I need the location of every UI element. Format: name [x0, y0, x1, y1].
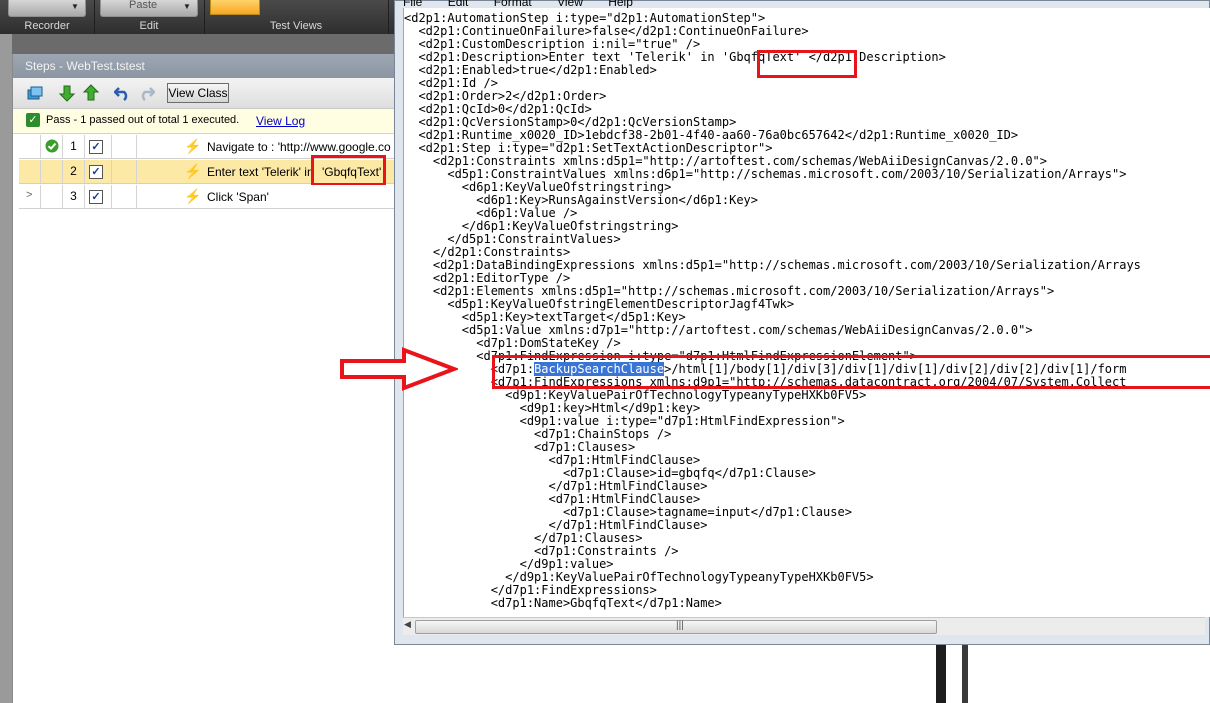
row-expand-icon[interactable]: >: [26, 189, 32, 201]
ribbon-group-recorder: ▼ Recorder: [0, 0, 95, 34]
step-number: 3: [63, 185, 85, 208]
dark-divider: [962, 645, 968, 703]
xml-text-area[interactable]: <d2p1:AutomationStep i:type="d2p1:Automa…: [403, 8, 1210, 617]
annotation-red-box: [757, 50, 857, 78]
step-description: Enter text 'Telerik' in: [207, 165, 314, 179]
step-enabled-checkbox[interactable]: ✓: [89, 165, 103, 179]
annotation-arrow-icon: [340, 347, 458, 391]
pass-status-icon: [45, 139, 59, 153]
pass-check-icon: ✓: [26, 113, 40, 127]
redo-icon[interactable]: [137, 84, 155, 102]
move-down-icon[interactable]: [58, 84, 76, 102]
annotation-red-box: [492, 355, 1210, 389]
test-view-button[interactable]: [210, 0, 260, 15]
step-enabled-checkbox[interactable]: ✓: [89, 140, 103, 154]
recorder-dropdown[interactable]: ▼: [8, 0, 86, 17]
layers-icon[interactable]: [26, 84, 44, 102]
left-background: [0, 34, 12, 703]
chevron-down-icon: ▼: [183, 2, 191, 11]
step-number: 1: [63, 135, 85, 158]
group-label-recorder: Recorder: [24, 20, 70, 32]
view-class-button[interactable]: View Class: [167, 83, 229, 103]
action-bolt-icon: ⚡: [184, 138, 202, 154]
paste-button[interactable]: Paste ▼: [100, 0, 198, 17]
step-number: 2: [63, 160, 85, 183]
action-bolt-icon: ⚡: [184, 188, 202, 204]
step-row-2[interactable]: 2 ✓ ⚡ Enter text 'Telerik' in 'GbqfqText…: [19, 155, 413, 186]
horizontal-scrollbar[interactable]: ◀ |||: [403, 617, 1205, 635]
dark-divider: [936, 645, 946, 703]
chevron-down-icon: ▼: [71, 2, 79, 11]
view-log-link[interactable]: View Log: [256, 114, 305, 128]
paste-label: Paste: [129, 0, 158, 11]
step-description: Click 'Span': [207, 190, 269, 204]
scroll-left-icon[interactable]: ◀: [404, 619, 411, 630]
grip-icon: |||: [676, 620, 684, 631]
step-row-3[interactable]: > 3 ✓ ⚡ Click 'Span': [19, 185, 413, 209]
move-up-icon[interactable]: [82, 84, 100, 102]
group-label-test-views: Test Views: [269, 20, 323, 32]
steps-window-title: Steps - WebTest.tstest: [13, 54, 413, 78]
ribbon-group-test-views: Test Views: [204, 0, 389, 34]
status-bar: ✓ Pass - 1 passed out of total 1 execute…: [13, 109, 413, 134]
ribbon-group-edit: Paste ▼ Edit: [94, 0, 205, 34]
steps-toolbar: View Class: [13, 78, 413, 109]
status-text: Pass - 1 passed out of total 1 executed.: [46, 114, 240, 126]
step-description: Navigate to : 'http://www.google.co: [207, 140, 391, 154]
annotation-red-box: [311, 155, 386, 186]
xml-viewer-window: File Edit Format View Help <d2p1:Automat…: [394, 0, 1210, 645]
action-bolt-icon: ⚡: [184, 163, 202, 179]
xml-line: <d7p1:Name>GbqfqText</d7p1:Name>: [404, 596, 722, 610]
undo-icon[interactable]: [114, 84, 132, 102]
ribbon: ▼ Recorder Paste ▼ Edit Test Views: [0, 0, 400, 34]
bottom-background: [394, 645, 1210, 703]
scrollbar-thumb[interactable]: |||: [415, 620, 937, 634]
step-enabled-checkbox[interactable]: ✓: [89, 190, 103, 204]
group-label-edit: Edit: [139, 20, 159, 32]
